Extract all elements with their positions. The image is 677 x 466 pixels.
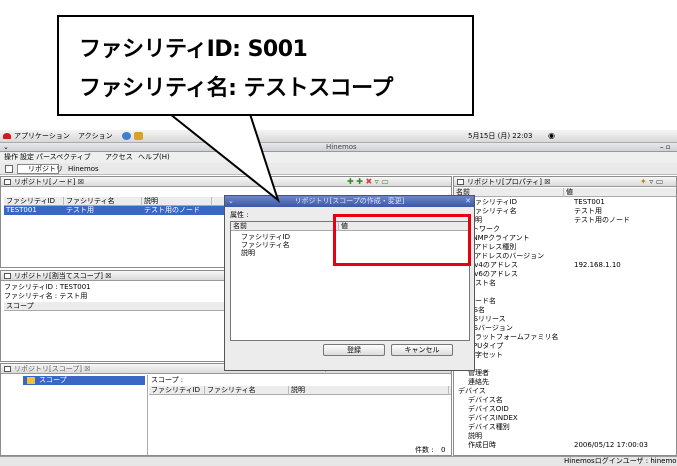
callout-line-1: ファシリティID: S001 xyxy=(79,37,308,62)
callout-box: ファシリティID: S001 ファシリティ名: テストスコープ xyxy=(57,15,474,116)
highlight-box xyxy=(333,214,471,266)
callout-line-2: ファシリティ名: テストスコープ xyxy=(79,76,393,101)
